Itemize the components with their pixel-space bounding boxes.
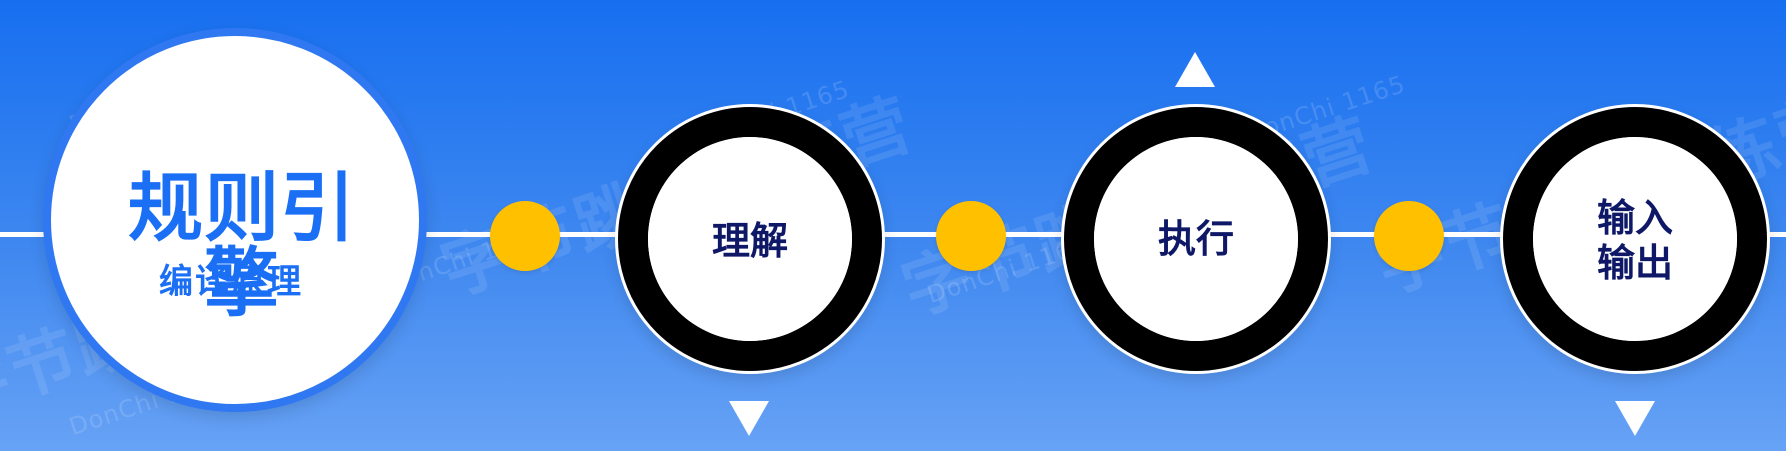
step-label-3: 输入 输出 [1596, 196, 1673, 285]
step-label-1: 理解 [711, 219, 788, 263]
timeline-dot-1 [490, 201, 560, 271]
slide-canvas: DonChi 1165 DonChi 1165 DonChi 1165 DonC… [0, 0, 1786, 451]
page-subtitle: 编译原理 [159, 262, 303, 302]
timeline-dot-2 [936, 201, 1006, 271]
step-label-2: 执行 [1157, 217, 1234, 261]
timeline-dot-3 [1374, 201, 1444, 271]
arrow-down-marker [1615, 401, 1655, 436]
arrow-down-marker [729, 401, 769, 436]
arrow-up-marker [1175, 52, 1215, 87]
